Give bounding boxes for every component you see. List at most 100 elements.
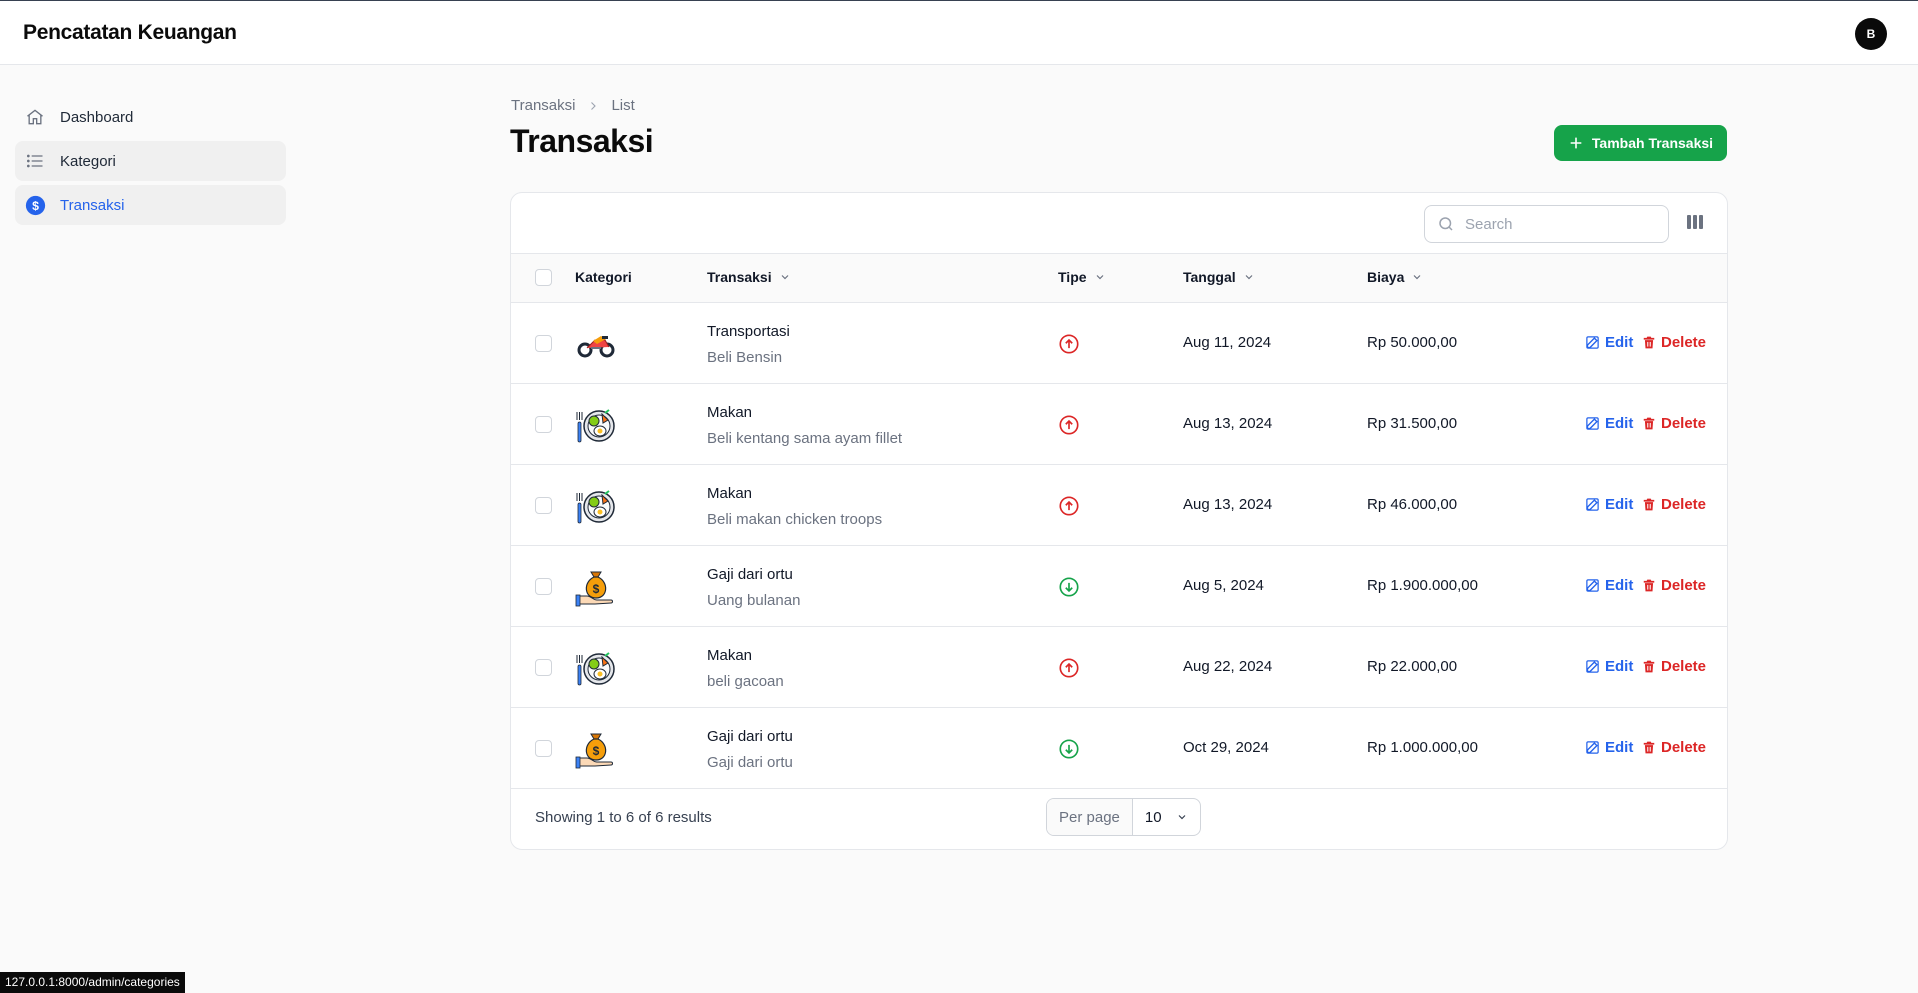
arrow-up-circle-icon	[1058, 333, 1080, 355]
breadcrumb-item-list: List	[611, 97, 635, 114]
delete-button[interactable]: Delete	[1642, 415, 1706, 432]
edit-label: Edit	[1605, 334, 1634, 351]
row-checkbox[interactable]	[535, 335, 552, 352]
trash-icon	[1643, 579, 1655, 592]
delete-button[interactable]: Delete	[1642, 739, 1706, 756]
table-row[interactable]: Transportasi Beli Bensin Aug 11, 2024 Rp…	[511, 303, 1727, 384]
sidebar-item-label: Dashboard	[60, 108, 134, 126]
table-footer: Showing 1 to 6 of 6 results Per page 10	[511, 789, 1727, 849]
select-all-checkbox[interactable]	[535, 269, 552, 286]
edit-button[interactable]: Edit	[1585, 496, 1633, 513]
add-transaction-button[interactable]: Tambah Transaksi	[1554, 125, 1727, 161]
transaction-title: Makan	[707, 647, 753, 664]
transaction-description: Beli kentang sama ayam fillet	[707, 430, 903, 447]
trash-icon	[1643, 660, 1655, 673]
table-row[interactable]: Makan Beli makan chicken troops Aug 13, …	[511, 465, 1727, 546]
per-page-value: 10	[1144, 808, 1162, 826]
money-bag-icon: $	[575, 566, 617, 608]
table-body: Transportasi Beli Bensin Aug 11, 2024 Rp…	[511, 303, 1727, 789]
user-avatar[interactable]: B	[1855, 18, 1887, 50]
sort-chevron-icon	[781, 275, 789, 280]
chevron-down-icon	[1178, 815, 1186, 820]
transaction-title: Gaji dari ortu	[707, 566, 793, 583]
column-header-tipe[interactable]: Tipe	[1058, 269, 1106, 285]
edit-label: Edit	[1605, 496, 1634, 513]
transaction-date: Aug 13, 2024	[1183, 415, 1273, 432]
column-header-transaksi[interactable]: Transaksi	[707, 269, 791, 285]
edit-icon	[1586, 660, 1599, 673]
motorcycle-icon	[575, 323, 617, 365]
sidebar-item-label: Transaksi	[60, 196, 125, 214]
row-checkbox[interactable]	[535, 740, 552, 757]
delete-label: Delete	[1661, 739, 1707, 756]
table-toolbar	[511, 193, 1727, 254]
edit-icon	[1586, 579, 1599, 592]
search-input[interactable]	[1465, 215, 1655, 233]
edit-label: Edit	[1605, 658, 1634, 675]
delete-label: Delete	[1661, 658, 1707, 675]
arrow-down-circle-icon	[1058, 576, 1080, 598]
arrow-down-circle-icon	[1058, 738, 1080, 760]
edit-button[interactable]: Edit	[1585, 334, 1633, 351]
sidebar-item-transaksi[interactable]: $ Transaksi	[15, 185, 286, 225]
per-page-select[interactable]: Per page 10	[1046, 798, 1201, 836]
transaction-amount: Rp 1.900.000,00	[1367, 577, 1478, 594]
food-plate-icon	[575, 485, 617, 527]
edit-button[interactable]: Edit	[1585, 415, 1633, 432]
columns-toggle-icon[interactable]	[1686, 213, 1704, 231]
home-icon	[24, 106, 46, 128]
table-row[interactable]: Makan beli gacoan Aug 22, 2024 Rp 22.000…	[511, 627, 1727, 708]
delete-button[interactable]: Delete	[1642, 658, 1706, 675]
sidebar-item-kategori[interactable]: Kategori	[15, 141, 286, 181]
svg-text:$: $	[32, 198, 39, 212]
svg-text:$: $	[593, 744, 600, 758]
row-checkbox[interactable]	[535, 416, 552, 433]
transaction-date: Aug 13, 2024	[1183, 496, 1273, 513]
transaction-title: Transportasi	[707, 323, 790, 340]
status-bar-url: 127.0.0.1:8000/admin/categories	[0, 972, 185, 993]
delete-button[interactable]: Delete	[1642, 577, 1706, 594]
row-checkbox[interactable]	[535, 659, 552, 676]
per-page-label: Per page	[1047, 799, 1133, 835]
column-header-label: Tanggal	[1183, 269, 1236, 285]
column-header-label: Transaksi	[707, 269, 772, 285]
plus-icon	[1570, 137, 1582, 149]
transaction-description: Beli makan chicken troops	[707, 511, 883, 528]
transaction-amount: Rp 1.000.000,00	[1367, 739, 1478, 756]
chevron-right-icon	[587, 100, 599, 112]
transaction-description: beli gacoan	[707, 673, 784, 690]
search-box[interactable]	[1424, 205, 1669, 243]
row-checkbox[interactable]	[535, 578, 552, 595]
transaction-amount: Rp 50.000,00	[1367, 334, 1458, 351]
column-header-tanggal[interactable]: Tanggal	[1183, 269, 1255, 285]
edit-icon	[1586, 336, 1599, 349]
delete-button[interactable]: Delete	[1642, 496, 1706, 513]
transaction-date: Oct 29, 2024	[1183, 739, 1269, 756]
app-title[interactable]: Pencatatan Keuangan	[23, 21, 237, 45]
transaction-date: Aug 11, 2024	[1183, 334, 1272, 351]
delete-label: Delete	[1661, 496, 1707, 513]
food-plate-icon	[575, 404, 617, 446]
edit-button[interactable]: Edit	[1585, 577, 1633, 594]
column-header-label: Tipe	[1058, 269, 1087, 285]
transaction-description: Beli Bensin	[707, 349, 783, 366]
arrow-up-circle-icon	[1058, 414, 1080, 436]
edit-button[interactable]: Edit	[1585, 739, 1633, 756]
edit-button[interactable]: Edit	[1585, 658, 1633, 675]
per-page-value-wrap[interactable]: 10	[1133, 809, 1200, 826]
sidebar-item-label: Kategori	[60, 152, 116, 170]
table-row[interactable]: Makan Beli kentang sama ayam fillet Aug …	[511, 384, 1727, 465]
sort-chevron-icon	[1413, 275, 1421, 280]
trash-icon	[1643, 498, 1655, 511]
list-icon	[24, 150, 46, 172]
transaction-amount: Rp 31.500,00	[1367, 415, 1458, 432]
column-header-biaya[interactable]: Biaya	[1367, 269, 1423, 285]
trash-icon	[1643, 741, 1655, 754]
delete-button[interactable]: Delete	[1642, 334, 1706, 351]
table-row[interactable]: $ Gaji dari ortu Gaji dari ortu Oct 29, …	[511, 708, 1727, 789]
table-row[interactable]: $ Gaji dari ortu Uang bulanan Aug 5, 202…	[511, 546, 1727, 627]
breadcrumb-item-transaksi[interactable]: Transaksi	[511, 97, 575, 114]
sidebar-item-dashboard[interactable]: Dashboard	[15, 97, 286, 137]
row-checkbox[interactable]	[535, 497, 552, 514]
transaction-title: Makan	[707, 404, 753, 421]
